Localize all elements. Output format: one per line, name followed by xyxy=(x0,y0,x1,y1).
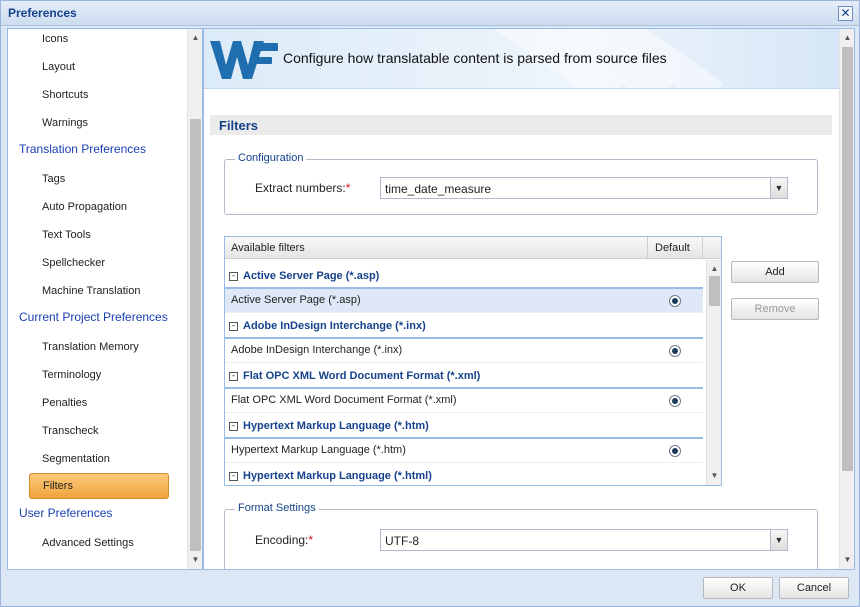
group-row[interactable]: - Flat OPC XML Word Document Format (*.x… xyxy=(225,365,703,389)
main-scrollbar[interactable]: ▲ ▼ xyxy=(839,29,854,569)
group-title: Active Server Page (*.asp) xyxy=(243,270,380,282)
column-default[interactable]: Default xyxy=(655,242,690,254)
column-available-filters[interactable]: Available filters xyxy=(231,242,305,254)
minus-box-icon[interactable]: - xyxy=(229,472,238,481)
group-title: Hypertext Markup Language (*.html) xyxy=(243,470,432,482)
section-title: Filters xyxy=(219,118,259,133)
nav-group-user-preferences[interactable]: User Preferences xyxy=(19,503,112,523)
nav-item-translation-memory[interactable]: Translation Memory xyxy=(42,337,139,357)
filter-row[interactable]: Active Server Page (*.asp) xyxy=(225,289,703,313)
nav-item-spellchecker[interactable]: Spellchecker xyxy=(42,253,105,273)
preferences-dialog: Preferences ✕ Icons Layout Shortcuts War… xyxy=(0,0,860,607)
group-row[interactable]: - Hypertext Markup Language (*.html) xyxy=(225,465,703,485)
nav-item-auto-propagation[interactable]: Auto Propagation xyxy=(42,197,127,217)
nav-item-advanced-settings[interactable]: Advanced Settings xyxy=(42,533,134,553)
minus-box-icon[interactable]: - xyxy=(229,272,238,281)
arrow-up-icon[interactable]: ▲ xyxy=(188,31,202,45)
configuration-fieldset: Configuration Extract numbers:* time_dat… xyxy=(224,152,818,215)
default-radio[interactable] xyxy=(669,395,681,407)
nav-item-shortcuts[interactable]: Shortcuts xyxy=(42,85,88,105)
extract-numbers-select[interactable]: time_date_measure ▼ xyxy=(380,177,788,199)
arrow-down-icon[interactable]: ▼ xyxy=(707,469,721,483)
filter-name: Flat OPC XML Word Document Format (*.xml… xyxy=(231,394,457,406)
filter-name: Adobe InDesign Interchange (*.inx) xyxy=(231,344,403,356)
available-filters-grid: Available filters Default - Active Serve… xyxy=(224,236,722,486)
nav-item-segmentation[interactable]: Segmentation xyxy=(42,449,110,469)
default-radio[interactable] xyxy=(669,295,681,307)
default-radio[interactable] xyxy=(669,345,681,357)
nav-item-filters[interactable]: Filters xyxy=(29,473,169,499)
nav-item-icons[interactable]: Icons xyxy=(42,29,68,49)
nav-group-translation-preferences[interactable]: Translation Preferences xyxy=(19,139,146,159)
dialog-footer: OK Cancel xyxy=(7,570,855,606)
nav-item-terminology[interactable]: Terminology xyxy=(42,365,101,385)
title-bar[interactable]: Preferences ✕ xyxy=(1,1,859,26)
remove-button[interactable]: Remove xyxy=(731,298,819,320)
add-button[interactable]: Add xyxy=(731,261,819,283)
nav-group-current-project-preferences[interactable]: Current Project Preferences xyxy=(19,307,168,327)
filter-row[interactable]: Adobe InDesign Interchange (*.inx) xyxy=(225,339,703,363)
extract-numbers-label: Extract numbers:* xyxy=(255,181,351,195)
nav-item-tags[interactable]: Tags xyxy=(42,169,65,189)
nav-item-layout[interactable]: Layout xyxy=(42,57,75,77)
nav-item-filters-label: Filters xyxy=(43,480,73,492)
nav-item-warnings[interactable]: Warnings xyxy=(42,113,88,133)
ok-button[interactable]: OK xyxy=(703,577,773,599)
main-scroll-thumb[interactable] xyxy=(842,47,853,471)
grid-scrollbar[interactable]: ▲ ▼ xyxy=(706,260,721,485)
group-row[interactable]: - Adobe InDesign Interchange (*.inx) xyxy=(225,315,703,339)
extract-numbers-value: time_date_measure xyxy=(385,182,492,196)
cancel-button[interactable]: Cancel xyxy=(779,577,849,599)
chevron-down-icon[interactable]: ▼ xyxy=(770,530,787,550)
arrow-up-icon[interactable]: ▲ xyxy=(707,262,721,276)
filter-name: Hypertext Markup Language (*.htm) xyxy=(231,444,406,456)
group-row[interactable]: - Active Server Page (*.asp) xyxy=(225,265,703,289)
sidebar-scroll-thumb[interactable] xyxy=(190,119,201,551)
required-mark: * xyxy=(345,181,351,195)
group-row[interactable]: - Hypertext Markup Language (*.htm) xyxy=(225,415,703,439)
group-title: Adobe InDesign Interchange (*.inx) xyxy=(243,320,426,332)
format-settings-fieldset: Format Settings Encoding:* UTF-8 ▼ xyxy=(224,502,818,569)
banner-description: Configure how translatable content is pa… xyxy=(283,50,667,66)
nav-item-transcheck[interactable]: Transcheck xyxy=(42,421,98,441)
window-title: Preferences xyxy=(8,6,77,20)
minus-box-icon[interactable]: - xyxy=(229,372,238,381)
configuration-legend: Configuration xyxy=(235,152,307,164)
filter-row[interactable]: Hypertext Markup Language (*.htm) xyxy=(225,439,703,463)
arrow-up-icon[interactable]: ▲ xyxy=(840,31,854,45)
header-banner: Configure how translatable content is pa… xyxy=(204,29,840,89)
filter-row[interactable]: Flat OPC XML Word Document Format (*.xml… xyxy=(225,389,703,413)
preferences-nav: Icons Layout Shortcuts Warnings Translat… xyxy=(7,28,203,570)
nav-item-text-tools[interactable]: Text Tools xyxy=(42,225,91,245)
filter-name: Active Server Page (*.asp) xyxy=(231,294,361,306)
filters-panel: Configure how translatable content is pa… xyxy=(203,28,855,570)
nav-item-penalties[interactable]: Penalties xyxy=(42,393,87,413)
encoding-select[interactable]: UTF-8 ▼ xyxy=(380,529,788,551)
minus-box-icon[interactable]: - xyxy=(229,322,238,331)
nav-item-machine-translation[interactable]: Machine Translation xyxy=(42,281,140,301)
grid-scroll-thumb[interactable] xyxy=(709,276,720,306)
sidebar-scrollbar[interactable]: ▲ ▼ xyxy=(187,29,202,569)
minus-box-icon[interactable]: - xyxy=(229,422,238,431)
required-mark: * xyxy=(308,533,314,547)
chevron-down-icon[interactable]: ▼ xyxy=(770,178,787,198)
group-title: Hypertext Markup Language (*.htm) xyxy=(243,420,429,432)
wf-logo-icon xyxy=(210,41,278,79)
encoding-label: Encoding:* xyxy=(255,533,314,547)
encoding-value: UTF-8 xyxy=(385,534,419,548)
close-icon[interactable]: ✕ xyxy=(838,6,853,21)
default-radio[interactable] xyxy=(669,445,681,457)
arrow-down-icon[interactable]: ▼ xyxy=(188,553,202,567)
arrow-down-icon[interactable]: ▼ xyxy=(840,553,854,567)
group-title: Flat OPC XML Word Document Format (*.xml… xyxy=(243,370,481,382)
grid-header: Available filters Default xyxy=(225,237,721,259)
format-settings-legend: Format Settings xyxy=(235,502,319,514)
section-header: Filters xyxy=(210,115,832,135)
